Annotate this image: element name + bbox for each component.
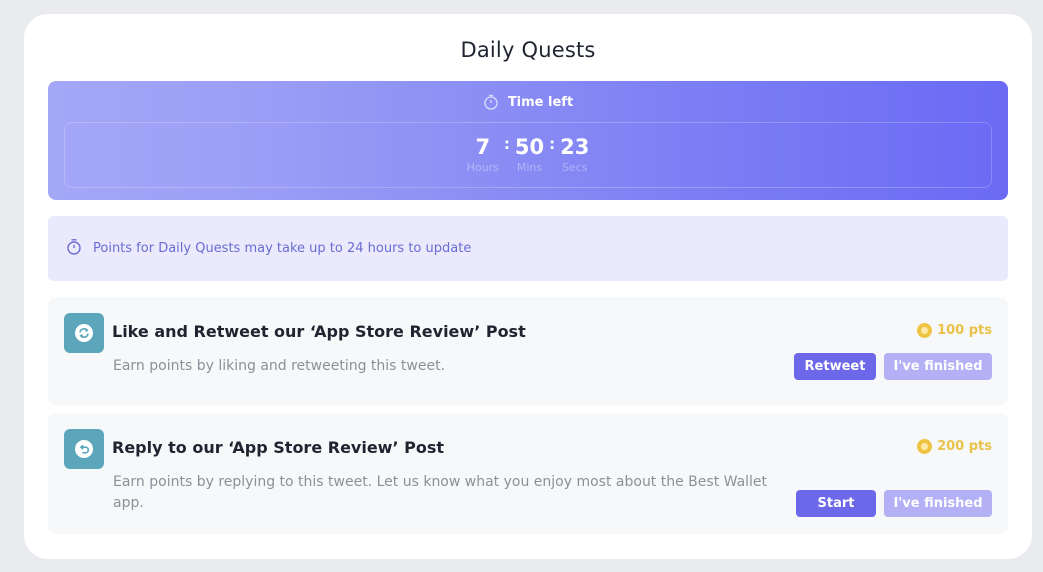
quest-item: Reply to our ‘App Store Review’ Post Ear… [48,413,1008,534]
stopwatch-icon [483,94,499,110]
reply-icon [64,429,104,469]
retweet-icon [64,313,104,353]
hours-value: 7 [475,135,491,159]
quest-points: 100 pts [917,323,992,338]
time-separator: : [549,135,556,153]
notice-text: Points for Daily Quests may take up to 2… [93,241,472,256]
quest-points: 200 pts [917,439,992,454]
hours-label: Hours [466,161,499,174]
secs-value: 23 [560,135,590,159]
quest-title: Reply to our ‘App Store Review’ Post [112,438,444,457]
quest-description: Earn points by replying to this tweet. L… [113,474,768,511]
stopwatch-icon [66,238,82,259]
countdown: 7 Hours : 50 Mins : 23 Secs [65,134,991,175]
countdown-mins: 50 Mins [515,134,544,175]
coin-icon [917,323,933,338]
time-separator: : [503,135,510,153]
retweet-button[interactable]: Retweet [794,353,876,380]
mins-label: Mins [516,161,543,174]
page-title: Daily Quests [460,38,596,62]
countdown-secs: 23 Secs [560,134,589,175]
finished-button[interactable]: I've finished [884,490,992,517]
finished-button[interactable]: I've finished [884,353,992,380]
quest-description: Earn points by liking and retweeting thi… [113,358,446,374]
countdown-box: 7 Hours : 50 Mins : 23 Secs [64,122,992,188]
countdown-banner: Time left 7 Hours : 50 Mins : 23 Secs [48,81,1008,200]
mins-value: 50 [514,135,545,159]
start-button[interactable]: Start [796,490,876,517]
secs-label: Secs [561,161,588,174]
points-update-notice: Points for Daily Quests may take up to 2… [48,216,1008,281]
quest-title: Like and Retweet our ‘App Store Review’ … [112,322,526,341]
timer-header: Time left [48,94,1008,110]
quest-item: Like and Retweet our ‘App Store Review’ … [48,297,1008,405]
countdown-hours: 7 Hours [467,134,499,175]
points-value: 200 pts [937,439,992,454]
points-value: 100 pts [937,323,992,338]
daily-quests-card: Daily Quests Time left 7 Hours : 50 Mins… [24,14,1032,559]
coin-icon [917,439,933,454]
timer-label: Time left [507,94,574,110]
